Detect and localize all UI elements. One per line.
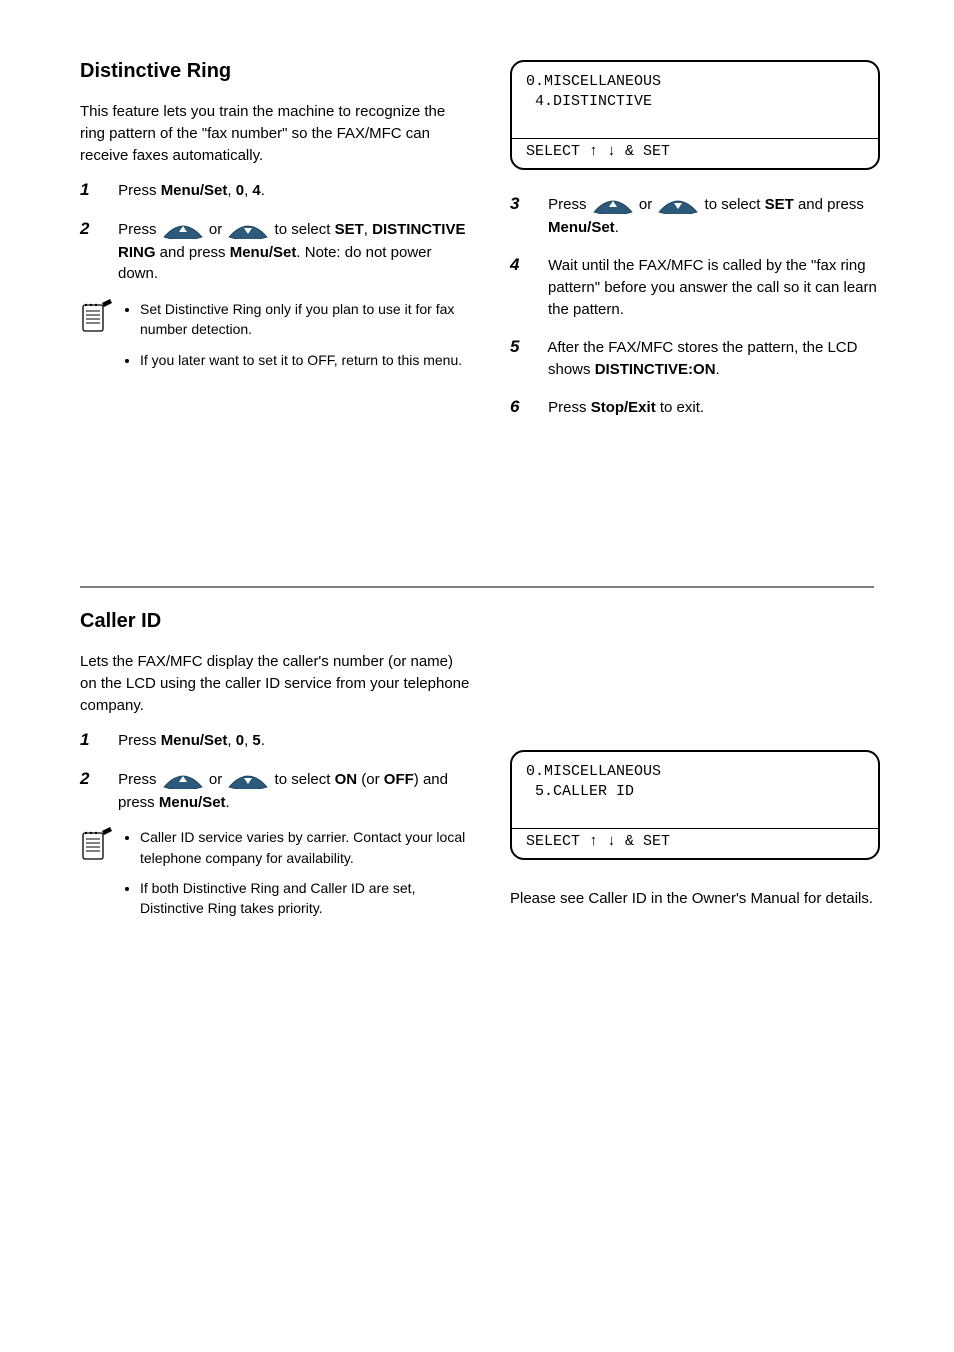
dr-on-label: DISTINCTIVE:ON <box>595 361 716 378</box>
lcd-prompt: SELECT ↑ ↓ & SET <box>512 138 878 168</box>
lcd-display: 0.MISCELLANEOUS 5.CALLER ID SELECT ↑ ↓ &… <box>510 750 880 860</box>
step-2: 2 Press or to select SET, DISTINCTIVE RI… <box>80 217 470 285</box>
step-number: 3 <box>510 192 544 217</box>
step-6: 6 Press Stop/Exit to exit. <box>510 395 880 420</box>
menu-set-key: Menu/Set <box>161 182 228 199</box>
note-list: Set Distinctive Ring only if you plan to… <box>122 299 470 380</box>
menu-set-key: Menu/Set <box>161 732 228 749</box>
caller-id-left: Caller ID Lets the FAX/MFC display the c… <box>80 610 470 928</box>
notepad-icon <box>80 827 112 867</box>
distinctive-ring-left: Distinctive Ring This feature lets you t… <box>80 60 470 380</box>
step-number: 4 <box>510 253 544 278</box>
note-item: If you later want to set it to OFF, retu… <box>140 350 470 370</box>
down-arrow-button-icon <box>227 771 269 789</box>
stop-exit-key: Stop/Exit <box>591 399 656 416</box>
section-title: Caller ID <box>80 610 470 633</box>
key-0: 0 <box>236 182 244 199</box>
step-1: 1 Press Menu/Set, 0, 4. <box>80 178 470 203</box>
step-number: 5 <box>510 335 544 360</box>
section-title: Distinctive Ring <box>80 60 470 83</box>
step-number: 1 <box>80 178 114 203</box>
footer-note: Please see Caller ID in the Owner's Manu… <box>510 888 880 910</box>
note-item: If both Distinctive Ring and Caller ID a… <box>140 878 470 919</box>
lcd-body: 0.MISCELLANEOUS 5.CALLER ID <box>526 762 864 824</box>
caller-id-right: 0.MISCELLANEOUS 5.CALLER ID SELECT ↑ ↓ &… <box>510 750 880 922</box>
menu-set-key: Menu/Set <box>230 244 297 261</box>
note-item: Caller ID service varies by carrier. Con… <box>140 827 470 868</box>
down-arrow-button-icon <box>657 196 699 214</box>
step-number: 1 <box>80 728 114 753</box>
menu-set-key: Menu/Set <box>548 219 615 236</box>
step-number: 2 <box>80 217 114 242</box>
note-list: Caller ID service varies by carrier. Con… <box>122 827 470 928</box>
step-number: 6 <box>510 395 544 420</box>
note-block: Set Distinctive Ring only if you plan to… <box>80 299 470 380</box>
down-arrow-button-icon <box>227 221 269 239</box>
step-3: 3 Press or to select SET and press Menu/… <box>510 192 880 238</box>
notepad-icon <box>80 299 112 339</box>
step-2: 2 Press or to select ON (or OFF) and pre… <box>80 767 470 813</box>
set-label: SET <box>335 221 364 238</box>
intro-text: This feature lets you train the machine … <box>80 101 470 166</box>
up-arrow-button-icon <box>592 196 634 214</box>
step-5: 5 After the FAX/MFC stores the pattern, … <box>510 335 880 381</box>
intro-text: Lets the FAX/MFC display the caller's nu… <box>80 651 470 716</box>
lcd-prompt: SELECT ↑ ↓ & SET <box>512 828 878 858</box>
lcd-display: 0.MISCELLANEOUS 4.DISTINCTIVE SELECT ↑ ↓… <box>510 60 880 170</box>
note-item: Set Distinctive Ring only if you plan to… <box>140 299 470 340</box>
note-block: Caller ID service varies by carrier. Con… <box>80 827 470 928</box>
key-4: 4 <box>252 182 260 199</box>
on-label: ON <box>335 771 358 788</box>
step-1: 1 Press Menu/Set, 0, 5. <box>80 728 470 753</box>
distinctive-ring-right: 0.MISCELLANEOUS 4.DISTINCTIVE SELECT ↑ ↓… <box>510 60 880 434</box>
off-label: OFF <box>384 771 414 788</box>
set-label: SET <box>765 196 794 213</box>
section-divider <box>80 586 874 588</box>
up-arrow-button-icon <box>162 771 204 789</box>
key-0: 0 <box>236 732 244 749</box>
menu-set-key: Menu/Set <box>159 794 226 811</box>
step-4: 4 Wait until the FAX/MFC is called by th… <box>510 253 880 321</box>
lcd-body: 0.MISCELLANEOUS 4.DISTINCTIVE <box>526 72 864 134</box>
up-arrow-button-icon <box>162 221 204 239</box>
key-5: 5 <box>252 732 260 749</box>
step-number: 2 <box>80 767 114 792</box>
